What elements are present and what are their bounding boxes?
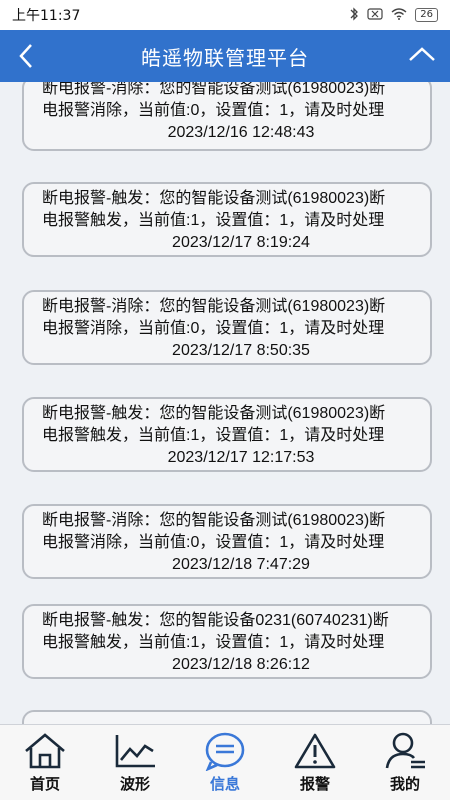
home-icon [22, 731, 68, 771]
tab-waveform[interactable]: 波形 [90, 725, 180, 800]
message-line2: 电报警触发，当前值:1，设置值：1，请及时处理 [42, 212, 385, 229]
tab-label: 首页 [29, 775, 60, 793]
message-time: 2023/12/18 8:26:12 [172, 656, 310, 673]
message-line1: 断电报警-消除：您的智能设备测试(61980023)断 [42, 298, 386, 315]
list-item[interactable]: 断电报警-触发：您的智能设备0231(60740231)断 电报警触发，当前值:… [22, 604, 432, 679]
message-time: 2023/12/18 7:47:29 [172, 556, 310, 573]
message-line1: 断电报警-触发：您的智能设备测试(61980023)断 [42, 190, 386, 207]
message-line2: 电报警消除，当前值:0，设置值：1，请及时处理 [42, 102, 385, 119]
message-line1: 断电报警-消除：您的智能设备测试(61980023)断 [42, 82, 386, 97]
message-time: 2023/12/17 8:19:24 [172, 234, 310, 251]
message-line1: 断电报警-消除：您的智能设备测试(61980023)断 [42, 512, 386, 529]
scroll-top-button[interactable] [404, 38, 440, 70]
tab-home[interactable]: 首页 [0, 725, 90, 800]
list-item[interactable]: 断电报警-消除：您的智能设备测试(61980023)断 电报警消除，当前值:0，… [22, 504, 432, 579]
chart-icon [112, 731, 158, 771]
bluetooth-icon [349, 6, 359, 24]
user-icon [382, 731, 428, 771]
tab-alarm[interactable]: 报警 [270, 725, 360, 800]
status-bar: 上午11:37 26 [0, 0, 450, 30]
chevron-up-icon [409, 47, 435, 61]
message-line2: 电报警触发，当前值:1，设置值：1，请及时处理 [42, 427, 385, 444]
page-title: 皓遥物联管理平台 [141, 45, 309, 70]
tab-label: 信息 [209, 775, 240, 793]
message-time: 2023/12/17 8:50:35 [172, 342, 310, 359]
message-time: 2023/12/17 12:17:53 [167, 449, 315, 466]
message-line2: 电报警消除，当前值:0，设置值：1，请及时处理 [42, 320, 385, 337]
message-line1: 断电报警-触发：您的智能设备测试(61980023)断 [42, 405, 386, 422]
tab-label: 报警 [299, 775, 330, 793]
tab-label: 我的 [389, 775, 420, 793]
message-line1: 断电报警-触发：您的智能设备0231(60740231)断 [42, 612, 389, 629]
list-item[interactable]: 断电报警-消除：您的智能设备测试(61980023)断 电报警消除，当前值:0，… [22, 290, 432, 365]
tab-label: 波形 [119, 775, 150, 793]
list-item[interactable]: 断电报警-触发：您的智能设备测试(61980023)断 电报警触发，当前值:1，… [22, 182, 432, 257]
tab-bar: 首页 波形 信息 报警 我的 [0, 724, 450, 800]
list-item[interactable]: 断电报警-消除：您的智能设备测试(61980023)断 电报警消除，当前值:0，… [22, 82, 432, 151]
message-list[interactable]: 断电报警-消除：您的智能设备测试(61980023)断 电报警消除，当前值:0，… [0, 82, 450, 724]
wifi-icon [391, 7, 407, 23]
back-button[interactable] [10, 40, 42, 72]
tab-profile[interactable]: 我的 [360, 725, 450, 800]
message-icon [202, 731, 248, 771]
list-item[interactable] [22, 710, 432, 724]
sim-off-icon [367, 7, 383, 23]
warning-icon [292, 731, 338, 771]
status-icons: 26 [349, 6, 438, 24]
app-header: 皓遥物联管理平台 [0, 30, 450, 82]
battery-icon: 26 [415, 8, 438, 22]
message-line2: 电报警消除，当前值:0，设置值：1，请及时处理 [42, 534, 385, 551]
chevron-left-icon [19, 44, 32, 68]
tab-messages[interactable]: 信息 [180, 725, 270, 800]
status-time: 上午11:37 [12, 8, 81, 24]
message-line2: 电报警触发，当前值:1，设置值：1，请及时处理 [42, 634, 385, 651]
message-time: 2023/12/16 12:48:43 [167, 124, 315, 141]
list-item[interactable]: 断电报警-触发：您的智能设备测试(61980023)断 电报警触发，当前值:1，… [22, 397, 432, 472]
